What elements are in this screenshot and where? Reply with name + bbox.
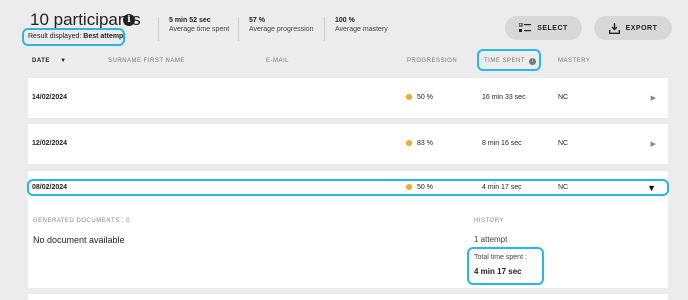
- stat-label: Average mastery: [335, 26, 388, 33]
- column-mastery[interactable]: MASTERY: [558, 58, 590, 64]
- documents-empty-text: No document available: [33, 235, 125, 245]
- stat-value: 100 %: [335, 17, 355, 24]
- column-name[interactable]: SURNAME FIRST NAME: [108, 58, 185, 64]
- next-row-edge: [28, 294, 668, 300]
- highlight-time-spent: [477, 49, 541, 71]
- row-time-spent: 8 min 16 sec: [482, 140, 522, 147]
- row-progression: 83 %: [406, 140, 433, 147]
- stat-value: 57 %: [249, 17, 265, 24]
- select-button[interactable]: SELECT: [505, 16, 582, 40]
- row-date: 12/02/2024: [32, 140, 68, 147]
- sort-down-icon[interactable]: ▼: [60, 58, 66, 64]
- attempt-detail-panel: GENERATED DOCUMENTS : 0 No document avai…: [28, 204, 668, 288]
- stat-average-mastery: 100 % Average mastery: [324, 17, 388, 41]
- progress-dot: [406, 94, 412, 100]
- column-date[interactable]: DATE ▼: [32, 58, 67, 64]
- select-button-label: SELECT: [537, 24, 568, 32]
- table-row[interactable]: 14/02/2024 50 % 16 min 33 sec NC ▶: [28, 78, 668, 118]
- export-button-label: EXPORT: [625, 24, 658, 32]
- row-mastery: NC: [558, 140, 569, 147]
- row-time-spent: 16 min 33 sec: [482, 94, 526, 101]
- progress-dot: [406, 140, 412, 146]
- column-progression[interactable]: PROGRESSION: [407, 58, 457, 64]
- chevron-right-icon[interactable]: ▶: [651, 94, 656, 102]
- stat-average-time: 5 min 52 sec Average time spent: [158, 17, 229, 41]
- row-date: 14/02/2024: [32, 94, 68, 101]
- row-mastery: NC: [558, 94, 569, 101]
- chevron-right-icon[interactable]: ▶: [651, 140, 656, 148]
- row-progression-value: 83 %: [417, 140, 433, 147]
- export-button[interactable]: EXPORT: [594, 16, 672, 40]
- table-row[interactable]: 12/02/2024 83 % 8 min 16 sec NC ▶: [28, 124, 668, 164]
- stat-value: 5 min 52 sec: [169, 17, 211, 24]
- stat-average-progression: 57 % Average progression: [238, 17, 313, 41]
- stat-label: Average progression: [249, 26, 314, 33]
- stat-label: Average time spent: [169, 26, 230, 33]
- row-progression: 50 %: [406, 94, 433, 101]
- highlight-total-time: [467, 247, 544, 285]
- info-icon[interactable]: i: [123, 14, 135, 26]
- attempt-count[interactable]: 1 attempt: [474, 235, 507, 244]
- highlight-result-displayed: [22, 28, 125, 46]
- highlight-expanded-row: [27, 179, 669, 196]
- select-list-icon: [519, 23, 532, 32]
- column-date-label: DATE: [32, 58, 50, 64]
- column-email[interactable]: E-MAIL: [266, 58, 289, 64]
- row-progression-value: 50 %: [417, 94, 433, 101]
- download-icon: [608, 22, 620, 34]
- history-heading: HISTORY: [474, 218, 504, 224]
- documents-heading: GENERATED DOCUMENTS : 0: [33, 218, 131, 224]
